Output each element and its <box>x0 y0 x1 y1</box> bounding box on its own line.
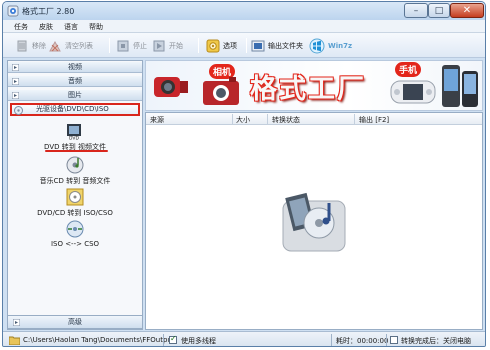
maximize-button[interactable]: □ <box>428 3 450 18</box>
multithread-label: 使用多线程 <box>181 337 216 345</box>
toolbar-separator <box>246 38 247 53</box>
highlight-underline <box>45 150 108 152</box>
iso-cso-icon <box>66 220 84 238</box>
status-divider <box>163 334 164 346</box>
expand-arrow-icon <box>13 319 20 326</box>
column-divider <box>232 114 233 124</box>
column-divider <box>267 114 268 124</box>
maximize-icon: □ <box>434 5 444 16</box>
win7-button[interactable]: Win7z <box>309 38 352 53</box>
folder-icon[interactable] <box>9 335 20 345</box>
status-bar: C:\Users\Haolan Tang\Documents\FFOutput … <box>3 331 485 346</box>
func-dvd-to-video[interactable]: DVD DVD 转到 视频文件 <box>8 121 142 152</box>
func-dvd-cd-to-iso[interactable]: DVD/CD 转到 ISO/CSO <box>8 187 142 218</box>
after-complete-checkbox[interactable] <box>390 336 398 344</box>
remove-icon <box>17 40 27 51</box>
toolbar-separator <box>109 38 110 53</box>
music-cd-icon <box>66 156 84 174</box>
menu-language[interactable]: 语言 <box>64 22 78 32</box>
menu-bar: 任务 皮肤 语言 帮助 <box>3 20 485 33</box>
expand-arrow-icon <box>12 78 19 85</box>
window-title: 格式工厂 2.80 <box>22 7 75 16</box>
output-folder-icon <box>251 40 265 51</box>
options-button[interactable]: 选项 <box>206 38 237 53</box>
app-window: 格式工厂 2.80 – □ ✕ 任务 皮肤 语言 帮助 移除 清空列表 停止 开… <box>2 1 486 347</box>
output-path: C:\Users\Haolan Tang\Documents\FFOutput <box>23 336 175 344</box>
disc-icon <box>14 106 23 115</box>
checkmark-icon: ✓ <box>170 334 177 343</box>
format-factory-logo-icon <box>282 192 346 252</box>
category-picture[interactable]: 图片 <box>8 90 142 101</box>
win7-icon <box>309 38 325 53</box>
banner-title: 格式工厂 <box>250 74 366 105</box>
sidebar: 视频 音频 图片 光驱设备\DVD\CD\ISO DVD DVD 转到 视频文件… <box>7 60 143 330</box>
category-optical-drive[interactable]: 光驱设备\DVD\CD\ISO <box>10 103 140 116</box>
after-complete-label: 转换完成后：关闭电脑 <box>401 337 471 345</box>
clear-list-icon <box>49 40 61 51</box>
column-source[interactable]: 来源 <box>150 115 164 125</box>
minimize-icon: – <box>413 5 419 16</box>
func-iso-cso[interactable]: ISO <--> CSO <box>8 219 142 248</box>
func-cd-to-audio[interactable]: 音乐CD 转到 音频文件 <box>8 155 142 186</box>
stop-icon <box>117 40 129 51</box>
camcorder-icon <box>154 77 188 97</box>
remove-button[interactable]: 移除 <box>15 38 46 53</box>
banner: 相机 格式工厂 手机 <box>145 60 483 111</box>
close-icon: ✕ <box>462 5 472 16</box>
mobile-phone-icon <box>442 65 478 107</box>
category-video[interactable]: 视频 <box>8 62 142 73</box>
menu-skin[interactable]: 皮肤 <box>39 22 53 32</box>
clear-list-button[interactable]: 清空列表 <box>48 38 93 53</box>
camera-icon <box>203 77 239 105</box>
svg-text:DVD: DVD <box>69 136 79 142</box>
column-output[interactable]: 输出 [F2] <box>359 115 389 125</box>
format-factory-icon <box>7 5 19 17</box>
elapsed-time: 耗时：00:00:00 <box>336 337 389 345</box>
status-divider <box>386 334 387 346</box>
expand-arrow-icon <box>12 92 19 99</box>
task-list-header: 来源 大小 转换状态 输出 [F2] <box>146 113 482 125</box>
dvd-to-iso-icon <box>66 188 84 206</box>
psp-icon <box>390 80 436 104</box>
expand-arrow-icon <box>12 64 19 71</box>
menu-task[interactable]: 任务 <box>14 22 28 32</box>
toolbar-separator <box>198 38 199 53</box>
category-advanced[interactable]: 高级 <box>7 315 143 329</box>
close-button[interactable]: ✕ <box>450 3 484 18</box>
toolbar: 移除 清空列表 停止 开始 选项 输出文件夹 Win7z <box>3 33 485 58</box>
column-status[interactable]: 转换状态 <box>272 115 300 125</box>
multithread-checkbox[interactable]: ✓ <box>169 334 177 344</box>
task-list[interactable]: 来源 大小 转换状态 输出 [F2] <box>145 112 483 330</box>
stop-button[interactable]: 停止 <box>116 38 147 53</box>
minimize-button[interactable]: – <box>404 3 428 18</box>
category-audio[interactable]: 音频 <box>8 76 142 87</box>
column-divider <box>354 114 355 124</box>
dvd-to-video-icon: DVD <box>67 124 81 142</box>
status-divider <box>331 334 332 346</box>
start-button[interactable]: 开始 <box>152 38 183 53</box>
column-size[interactable]: 大小 <box>236 115 250 125</box>
menu-help[interactable]: 帮助 <box>89 22 103 32</box>
options-icon <box>206 39 220 52</box>
title-bar[interactable]: 格式工厂 2.80 – □ ✕ <box>3 2 485 20</box>
output-folder-button[interactable]: 输出文件夹 <box>251 38 303 53</box>
start-icon <box>153 40 165 51</box>
